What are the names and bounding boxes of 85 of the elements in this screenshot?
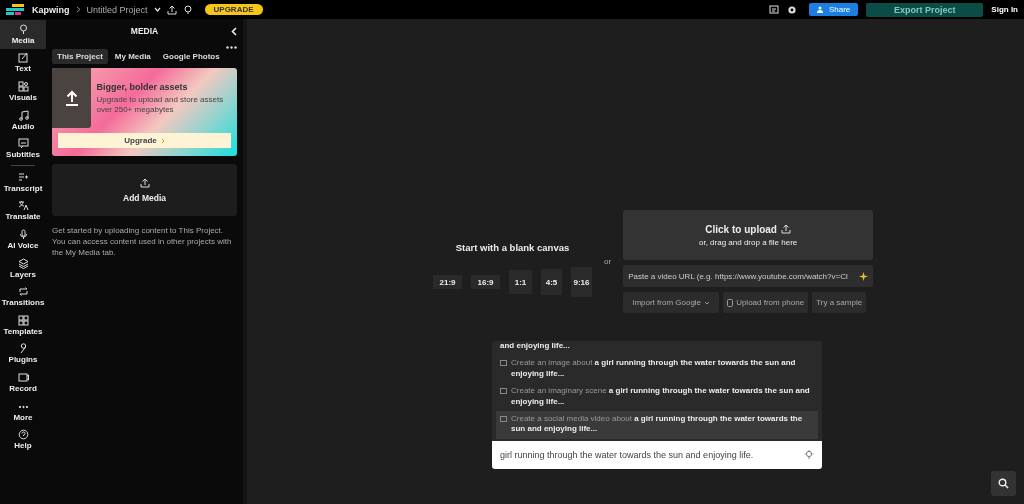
search-icon: [998, 478, 1009, 489]
sidebar-item[interactable]: Record: [0, 368, 46, 397]
suggestion-item[interactable]: Create a social media video about a girl running through the water towards the sun and enjoying life...: [496, 410, 818, 439]
help-icon: [17, 429, 29, 441]
hint-text: Get started by uploading content to This Project. You can access content used in other projects with the My Media tab.: [52, 225, 233, 259]
media-tab[interactable]: Google Photos: [157, 49, 225, 64]
sign-in-button[interactable]: Sign In: [991, 5, 1018, 14]
camera-icon: [17, 371, 29, 383]
sidebar-item[interactable]: Layers: [0, 253, 46, 283]
suggestion-item[interactable]: Create an image about a girl running through the water towards the sun and enjoying life...: [496, 355, 818, 384]
sidebar-item[interactable]: Help: [0, 425, 46, 454]
upgrade-button[interactable]: Upgrade: [58, 133, 231, 148]
shapes-icon: [17, 81, 29, 92]
suggestion-icon: [500, 360, 507, 367]
aspect-ratio-button[interactable]: 1:1: [509, 270, 532, 294]
sidebar-item[interactable]: Text: [0, 48, 46, 78]
upload-title: Click to upload: [705, 223, 777, 235]
add-media-button[interactable]: Add Media: [52, 164, 237, 216]
panel-title: MEDIA: [130, 26, 159, 36]
sidebar-item[interactable]: Plugins: [0, 339, 46, 369]
try-sample-button[interactable]: Try a sample: [812, 292, 867, 313]
settings-icon[interactable]: [786, 4, 797, 15]
blank-canvas-title: Start with a blank canvas: [455, 242, 570, 253]
person-icon: [816, 6, 825, 13]
brand-name[interactable]: Kapwing: [32, 4, 70, 15]
upload-icon[interactable]: [166, 4, 177, 15]
sidebar-item[interactable]: Transitions: [0, 282, 46, 311]
upload-subtitle: or, drag and drop a file here: [698, 237, 798, 247]
aspect-ratio-button[interactable]: 21:9: [433, 275, 462, 289]
sidebar-item[interactable]: Templates: [0, 310, 46, 340]
music-note-icon: [17, 109, 29, 121]
media-tab[interactable]: My Media: [109, 49, 156, 64]
chevron-right-icon: [75, 6, 81, 13]
more-options-icon[interactable]: [226, 46, 237, 49]
aspect-ratio-button[interactable]: 9:16: [571, 267, 592, 297]
sidebar-item[interactable]: More: [0, 396, 46, 426]
sidebar-item[interactable]: Transcript: [0, 167, 46, 197]
sidebar-item[interactable]: Visuals: [0, 77, 46, 106]
caret-icon[interactable]: [153, 7, 161, 12]
import-button[interactable]: Import from Google: [623, 292, 720, 313]
upgrade-button[interactable]: UPGRADE: [204, 4, 263, 15]
comment-icon[interactable]: [768, 4, 779, 15]
grid-icon: [17, 314, 29, 326]
upload-icon: [64, 90, 79, 106]
collapse-icon[interactable]: [231, 27, 237, 36]
sidebar-item[interactable]: Audio: [0, 105, 46, 135]
microphone-icon: [17, 228, 29, 240]
aspect-ratio-button[interactable]: 16:9: [471, 275, 500, 289]
upload-dropzone[interactable]: Click to upload or, drag and drop a file here: [623, 210, 874, 260]
share-button[interactable]: Share: [808, 3, 859, 16]
pin-icon: [17, 23, 29, 35]
logo-icon[interactable]: [6, 3, 26, 16]
export-button[interactable]: Export Project: [866, 2, 984, 17]
suggestion-item[interactable]: Create an imaginary scene a girl running through the water towards the sun and enjoying life...: [496, 383, 818, 411]
caret-icon: [704, 300, 711, 305]
media-tab[interactable]: This Project: [52, 49, 108, 64]
sparkle-icon[interactable]: [859, 272, 869, 281]
or-label: or: [604, 257, 612, 266]
aspect-ratio-button[interactable]: 4:5: [541, 269, 562, 295]
sidebar-item[interactable]: Media: [0, 20, 46, 49]
prompt-input-field[interactable]: girl running through the water towards the sun and enjoying life.: [492, 440, 822, 469]
project-title[interactable]: Untitled Project: [86, 4, 148, 15]
search-button[interactable]: [991, 471, 1016, 496]
repeat-icon: [17, 286, 29, 298]
upload-from-phone-button[interactable]: Upload from phone: [723, 292, 809, 313]
transcript-icon: [17, 171, 29, 183]
sidebar-item[interactable]: AI Voice: [0, 225, 46, 254]
layers-icon: [17, 257, 29, 269]
url-input-field[interactable]: Paste a video URL (e.g. https://www.youtube.com/watch?v=Cl: [623, 265, 874, 287]
edit-icon: [17, 52, 29, 64]
subtitles-icon: [17, 138, 29, 150]
promo-title: Bigger, bolder assets: [96, 82, 189, 92]
chevron-right-icon: [160, 137, 165, 144]
upload-icon: [780, 224, 791, 234]
sidebar-item[interactable]: Translate: [0, 196, 46, 226]
upload-icon: [139, 177, 150, 188]
suggestion-icon: [500, 388, 507, 395]
lightbulb-icon[interactable]: [182, 4, 193, 15]
add-media-label: Add Media: [123, 192, 166, 203]
translate-icon: [17, 200, 29, 212]
sidebar-item[interactable]: Subtitles: [0, 134, 46, 163]
suggestion-icon: [500, 415, 507, 422]
promo-text: Upgrade to upload and store assets over 250+ megabytes: [96, 95, 225, 116]
suggestion-item[interactable]: and enjoying life...: [496, 341, 818, 356]
phone-icon: [727, 298, 734, 307]
